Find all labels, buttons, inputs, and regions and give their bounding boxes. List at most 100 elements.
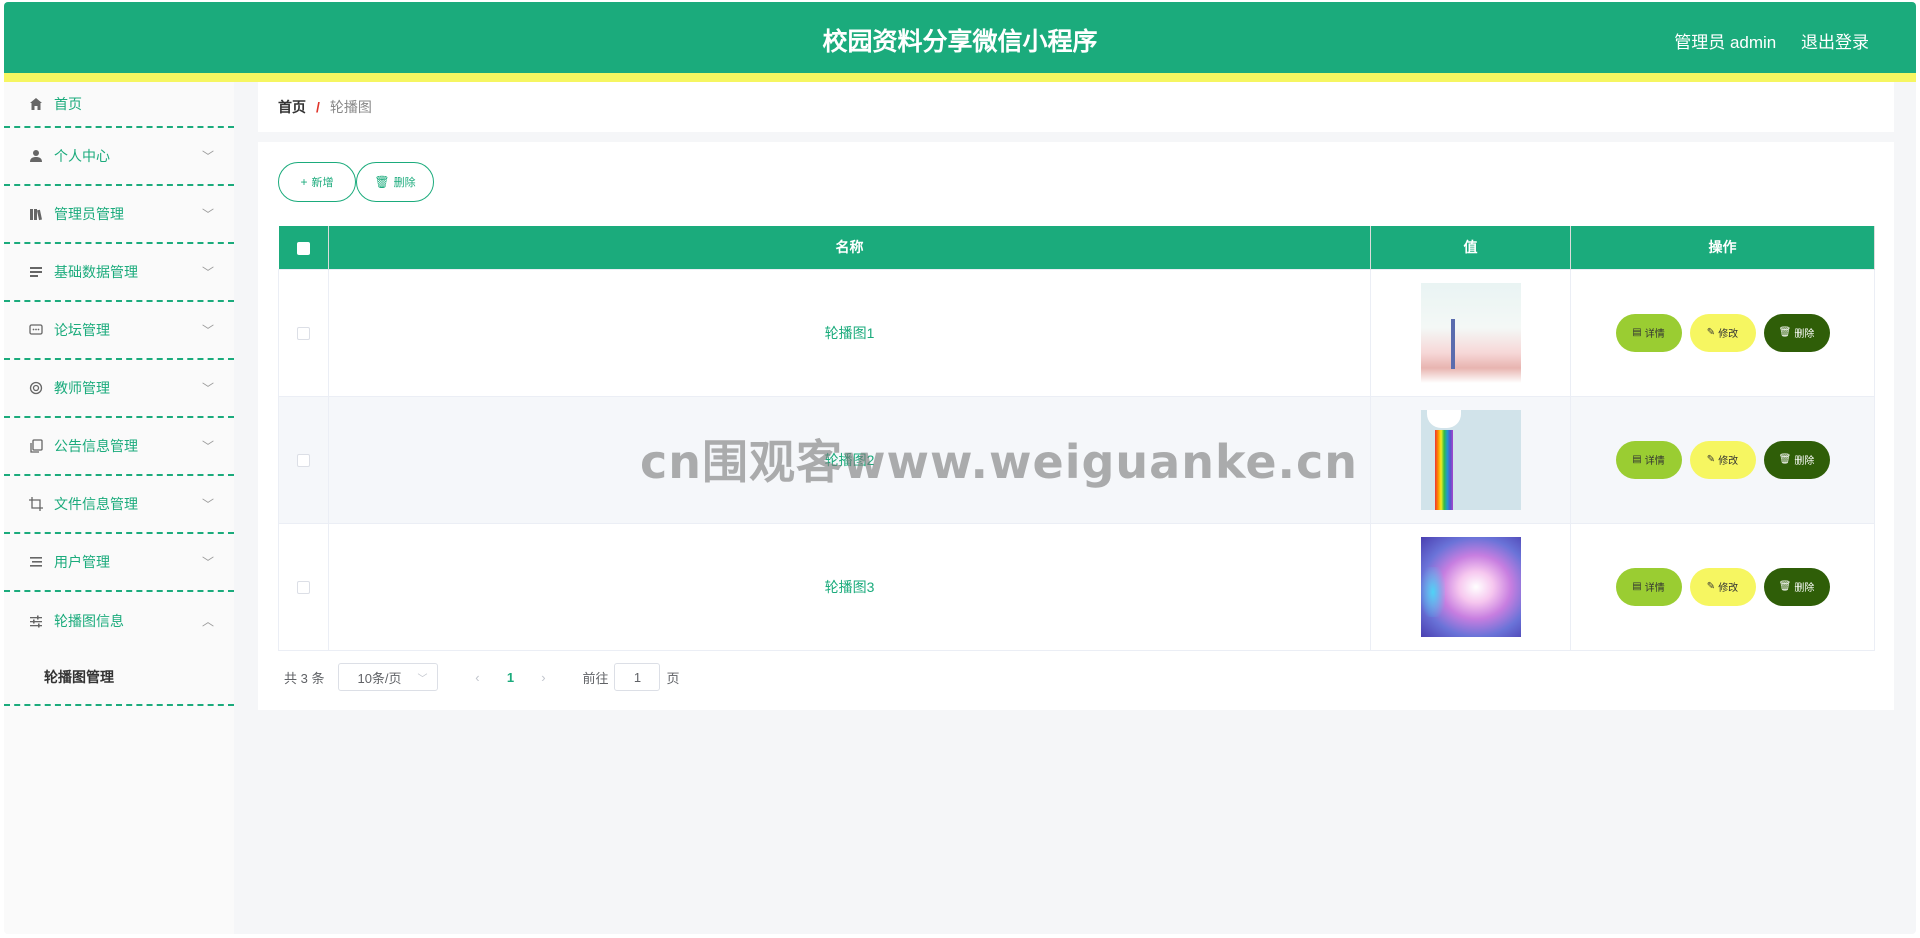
- carousel-image-thumbnail[interactable]: [1420, 536, 1521, 637]
- books-icon: [28, 206, 44, 222]
- sidebar-item-basic-data[interactable]: 基础数据管理 ﹀: [4, 244, 234, 302]
- trash-icon: 🗑: [1778, 454, 1792, 465]
- row-delete-button[interactable]: 🗑 删除: [1763, 313, 1830, 352]
- lifebuoy-icon: [28, 380, 44, 396]
- detail-button-label: 详情: [1644, 583, 1665, 594]
- sidebar-item-profile[interactable]: 个人中心 ﹀: [4, 128, 234, 186]
- sidebar-item-label: 个人中心: [54, 148, 110, 164]
- table-row: 轮播图1 ▤ 详情 ✎ 修改 🗑 删除: [278, 268, 1875, 397]
- chevron-down-icon: ﹀: [201, 323, 214, 338]
- edit-button-label: 修改: [1718, 456, 1739, 467]
- sidebar-item-label: 教师管理: [54, 380, 110, 396]
- chevron-down-icon: ﹀: [417, 673, 428, 685]
- pagination: 共 3 条 10条/页 ﹀ ‹ 1 › 前往 页: [284, 663, 680, 691]
- prev-page-button[interactable]: ‹: [462, 670, 492, 685]
- row-checkbox[interactable]: [297, 327, 310, 341]
- select-all-cell: [278, 226, 329, 269]
- sidebar-item-label: 用户管理: [54, 554, 110, 570]
- sliders-icon: [28, 613, 44, 629]
- menu-icon: [28, 554, 44, 570]
- breadcrumb-current: 轮播图: [329, 99, 372, 115]
- row-checkbox[interactable]: [297, 581, 310, 595]
- row-value: [1370, 395, 1571, 524]
- sidebar-item-files[interactable]: 文件信息管理 ﹀: [4, 476, 234, 534]
- page-jump: 前往 页: [582, 663, 680, 691]
- row-select-cell: [278, 395, 329, 524]
- chevron-down-icon: ﹀: [201, 555, 214, 570]
- document-icon: ▤: [1632, 581, 1642, 592]
- delete-button-label: 删除: [393, 177, 416, 189]
- top-header: 校园资料分享微信小程序 管理员 admin 退出登录: [4, 2, 1916, 73]
- row-name: 轮播图1: [328, 268, 1371, 397]
- edit-button-label: 修改: [1718, 583, 1739, 594]
- chevron-down-icon: ﹀: [201, 381, 214, 396]
- delete-button[interactable]: 🗑 删除: [356, 162, 434, 202]
- chevron-down-icon: ﹀: [201, 497, 214, 512]
- trash-icon: 🗑: [374, 175, 390, 189]
- chevron-down-icon: ﹀: [201, 265, 214, 280]
- chevron-down-icon: ﹀: [201, 149, 214, 164]
- row-delete-button-label: 删除: [1794, 329, 1815, 340]
- carousel-image-thumbnail[interactable]: [1420, 282, 1521, 383]
- page-jump-input[interactable]: [614, 663, 661, 691]
- detail-button[interactable]: ▤ 详情: [1615, 440, 1682, 479]
- breadcrumb-separator: /: [316, 99, 320, 115]
- copy-icon: [28, 438, 44, 454]
- edit-button[interactable]: ✎ 修改: [1689, 313, 1756, 352]
- page-number-current[interactable]: 1: [492, 670, 528, 685]
- row-select-cell: [278, 268, 329, 397]
- pencil-icon: ✎: [1706, 327, 1716, 338]
- document-icon: ▤: [1632, 454, 1642, 465]
- sidebar: 首页 个人中心 ﹀ 管理员管理 ﹀ 基础数据管理 ﹀ 论坛管理 ﹀ 教师管理 ﹀: [4, 82, 234, 934]
- chevron-down-icon: ﹀: [201, 207, 214, 222]
- page-size-select[interactable]: 10条/页 ﹀: [338, 663, 439, 691]
- row-select-cell: [278, 522, 329, 651]
- detail-button[interactable]: ▤ 详情: [1615, 313, 1682, 352]
- sidebar-item-admins[interactable]: 管理员管理 ﹀: [4, 186, 234, 244]
- plus-icon: +: [300, 175, 308, 189]
- row-delete-button-label: 删除: [1794, 456, 1815, 467]
- sidebar-item-users[interactable]: 用户管理 ﹀: [4, 534, 234, 592]
- user-icon: [28, 148, 44, 164]
- row-delete-button[interactable]: 🗑 删除: [1763, 567, 1830, 606]
- detail-button[interactable]: ▤ 详情: [1615, 567, 1682, 606]
- add-button[interactable]: + 新增: [278, 162, 356, 202]
- logout-link[interactable]: 退出登录: [1801, 33, 1869, 52]
- column-header-value: 值: [1370, 226, 1571, 269]
- sidebar-item-forum[interactable]: 论坛管理 ﹀: [4, 302, 234, 360]
- row-delete-button-label: 删除: [1794, 583, 1815, 594]
- chat-icon: [28, 322, 44, 338]
- chevron-down-icon: ﹀: [201, 439, 214, 454]
- select-all-checkbox[interactable]: [296, 242, 310, 256]
- row-actions: ▤ 详情 ✎ 修改 🗑 删除: [1570, 395, 1875, 524]
- sidebar-item-label: 轮播图信息: [54, 613, 124, 629]
- page-jump-suffix: 页: [666, 670, 680, 686]
- detail-button-label: 详情: [1644, 329, 1665, 340]
- sidebar-item-notices[interactable]: 公告信息管理 ﹀: [4, 418, 234, 476]
- row-checkbox[interactable]: [297, 454, 310, 468]
- edit-button[interactable]: ✎ 修改: [1689, 567, 1756, 606]
- sidebar-item-teachers[interactable]: 教师管理 ﹀: [4, 360, 234, 418]
- sidebar-item-carousel[interactable]: 轮播图信息 ︿: [4, 592, 234, 650]
- carousel-image-thumbnail[interactable]: [1420, 409, 1521, 510]
- pencil-icon: ✎: [1706, 581, 1716, 592]
- next-page-button[interactable]: ›: [528, 670, 558, 685]
- header-accent-stripe: [4, 73, 1916, 82]
- column-header-actions: 操作: [1570, 226, 1875, 269]
- table-row: 轮播图2 ▤ 详情 ✎ 修改 🗑 删除: [278, 395, 1875, 524]
- row-value: [1370, 522, 1571, 651]
- edit-button[interactable]: ✎ 修改: [1689, 440, 1756, 479]
- row-delete-button[interactable]: 🗑 删除: [1763, 440, 1830, 479]
- breadcrumb-home[interactable]: 首页: [278, 97, 306, 117]
- sidebar-item-label: 首页: [54, 96, 82, 112]
- home-icon: [28, 96, 44, 112]
- crop-icon: [28, 496, 44, 512]
- page-size-value: 10条/页: [357, 670, 402, 686]
- sidebar-subitem-carousel-manage[interactable]: 轮播图管理: [4, 650, 234, 706]
- current-user-label: 管理员 admin: [1674, 33, 1777, 52]
- toolbar: + 新增 🗑 删除: [278, 162, 434, 202]
- sidebar-item-home[interactable]: 首页: [4, 82, 234, 128]
- detail-button-label: 详情: [1644, 456, 1665, 467]
- sidebar-item-label: 文件信息管理: [54, 496, 138, 512]
- row-actions: ▤ 详情 ✎ 修改 🗑 删除: [1570, 268, 1875, 397]
